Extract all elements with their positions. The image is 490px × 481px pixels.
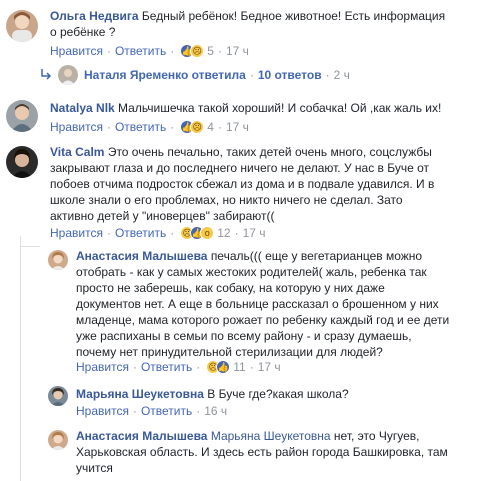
reply-summary-author[interactable]: Наталя Яременко ответила <box>84 68 246 82</box>
separator: · <box>170 44 175 58</box>
author-name[interactable]: Ольга Недвига <box>50 9 139 23</box>
like-button[interactable]: Нравится <box>76 404 129 418</box>
separator: · <box>132 404 137 418</box>
avatar[interactable] <box>48 250 68 270</box>
comment-body: Ольга Недвига Бедный ребёнок! Бедное жив… <box>50 8 450 40</box>
comment-actions: Нравится · Ответить · ☹ 👍 o 12 · 17 ч <box>50 226 266 240</box>
comment-vita: Vita Calm Это очень печально, таких дете… <box>0 142 490 242</box>
reaction-summary[interactable]: ☹ 👍 11 <box>206 360 246 374</box>
sad-face-icon: ☹ <box>190 120 205 134</box>
separator: · <box>217 120 222 134</box>
reply-anastasia-2: Анастасия Малышева Марьяна Шеукетовна не… <box>40 424 490 481</box>
comment-text: Это очень печально, таких детей очень мн… <box>50 145 435 223</box>
reply-body: Анастасия Малышева Марьяна Шеукетовна не… <box>76 428 456 476</box>
reply-body: Марьяна Шеукетовна В Буче где?какая школ… <box>76 386 456 402</box>
like-button[interactable]: Нравится <box>50 44 103 58</box>
timestamp[interactable]: 17 ч <box>243 226 266 240</box>
separator: · <box>106 226 111 240</box>
separator: · <box>217 44 222 58</box>
timestamp[interactable]: 16 ч <box>204 404 227 418</box>
wow-face-icon: o <box>200 226 215 240</box>
separator: · <box>325 68 330 82</box>
timestamp[interactable]: 17 ч <box>226 44 249 58</box>
reply-button[interactable]: Ответить <box>141 360 192 374</box>
timestamp[interactable]: 17 ч <box>258 360 281 374</box>
comment-actions: Нравится · Ответить · 👍 ☹ 5 · 17 ч <box>50 44 249 58</box>
reaction-summary[interactable]: 👍 ☹ 4 <box>180 120 214 134</box>
reaction-count: 12 <box>217 226 231 240</box>
comment-text: Мальчишечка такой хороший! И собачка! Ой… <box>118 101 442 115</box>
separator: · <box>249 360 254 374</box>
reply-button[interactable]: Ответить <box>115 44 166 58</box>
reply-maryana: Марьяна Шеукетовна В Буче где?какая школ… <box>40 380 490 420</box>
thumbs-up-icon: 👍 <box>216 360 231 374</box>
avatar[interactable] <box>6 10 38 42</box>
comment-olga: Ольга Недвига Бедный ребёнок! Бедное жив… <box>0 0 490 60</box>
reply-button[interactable]: Ответить <box>141 404 192 418</box>
reply-text: печаль((( еще у вегетарианцев можно отоб… <box>76 249 450 359</box>
like-button[interactable]: Нравится <box>76 360 129 374</box>
author-name[interactable]: Vita Calm <box>50 145 104 159</box>
separator: · <box>249 68 254 82</box>
comment-body: Vita Calm Это очень печально, таких дете… <box>50 144 440 224</box>
avatar[interactable] <box>48 430 68 450</box>
author-name[interactable]: Анастасия Малышева <box>76 249 207 263</box>
reply-arrow-icon <box>40 68 52 83</box>
timestamp: 2 ч <box>333 68 350 82</box>
avatar[interactable] <box>48 386 68 406</box>
separator: · <box>106 44 111 58</box>
comment-body: Natalya Nlk Мальчишечка такой хороший! И… <box>50 100 470 116</box>
thread-line <box>20 246 40 247</box>
thread-line <box>20 236 21 481</box>
sad-face-icon: ☹ <box>190 44 205 58</box>
reply-anastasia-1: Анастасия Малышева печаль((( еще у вегет… <box>40 244 490 376</box>
avatar[interactable] <box>6 100 38 132</box>
author-name[interactable]: Марьяна Шеукетовна <box>76 387 204 401</box>
separator: · <box>170 120 175 134</box>
mention-link[interactable]: Марьяна Шеукетовна <box>211 429 331 443</box>
author-name[interactable]: Natalya Nlk <box>50 101 115 115</box>
reply-button[interactable]: Ответить <box>115 120 166 134</box>
comment-actions: Нравится · Ответить · 👍 ☹ 4 · 17 ч <box>50 120 249 134</box>
separator: · <box>196 404 201 418</box>
reply-count[interactable]: 10 ответов <box>258 68 322 82</box>
reply-body: Анастасия Малышева печаль((( еще у вегет… <box>76 248 450 360</box>
reply-actions: Нравится · Ответить · 16 ч <box>76 404 227 418</box>
separator: · <box>132 360 137 374</box>
comment-natalya: Natalya Nlk Мальчишечка такой хороший! И… <box>0 94 490 142</box>
reply-text: В Буче где?какая школа? <box>207 387 349 401</box>
separator: · <box>106 120 111 134</box>
author-name[interactable]: Анастасия Малышева <box>76 429 207 443</box>
separator: · <box>196 360 201 374</box>
like-button[interactable]: Нравится <box>50 120 103 134</box>
avatar-image <box>6 10 38 42</box>
reaction-summary[interactable]: 👍 ☹ 5 <box>180 44 214 58</box>
reply-button[interactable]: Ответить <box>115 226 166 240</box>
avatar[interactable] <box>6 146 38 178</box>
avatar[interactable] <box>58 65 78 85</box>
like-button[interactable]: Нравится <box>50 226 103 240</box>
timestamp[interactable]: 17 ч <box>226 120 249 134</box>
reply-actions: Нравится · Ответить · ☹ 👍 11 · 17 ч <box>76 360 281 374</box>
reaction-count: 11 <box>233 360 246 374</box>
separator: · <box>234 226 239 240</box>
separator: · <box>170 226 175 240</box>
reaction-count: 4 <box>207 120 214 134</box>
reply-summary[interactable]: Наталя Яременко ответила · 10 ответов · … <box>40 64 480 86</box>
reaction-summary[interactable]: ☹ 👍 o 12 <box>180 226 231 240</box>
reaction-count: 5 <box>207 44 214 58</box>
